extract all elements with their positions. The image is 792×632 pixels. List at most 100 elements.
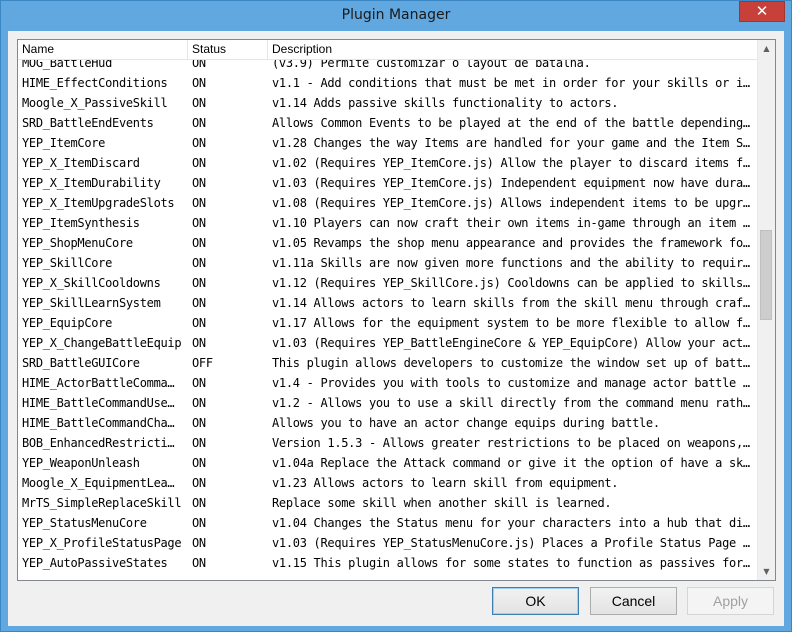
plugin-description-cell: v1.03 (Requires YEP_ItemCore.js) Indepen… [272, 176, 750, 190]
plugin-description-cell: v1.12 (Requires YEP_SkillCore.js) Cooldo… [272, 276, 750, 290]
table-row[interactable]: SRD_BattleEndEvents ON Allows Common Event… [18, 113, 759, 133]
plugin-description-cell: v1.05 Revamps the shop menu appearance a… [272, 236, 750, 250]
plugin-name-cell: YEP_X_ChangeBattleEquip [22, 336, 182, 350]
plugin-name-cell: YEP_ShopMenuCore [22, 236, 133, 250]
plugin-description-cell: v1.4 - Provides you with tools to custom… [272, 376, 750, 390]
table-row[interactable]: YEP_X_ChangeBattleEquip ON v1.03 (Requires… [18, 333, 759, 353]
table-row[interactable]: YEP_ShopMenuCore ON v1.05 Revamps the shop… [18, 233, 759, 253]
table-row[interactable]: YEP_SkillCore ON v1.11a Skills are now giv… [18, 253, 759, 273]
plugin-description-cell: v1.1 - Add conditions that must be met i… [272, 76, 750, 90]
scroll-thumb[interactable] [760, 230, 772, 320]
table-row[interactable]: YEP_EquipCore ON v1.17 Allows for the equi… [18, 313, 759, 333]
scroll-down-icon[interactable]: ▼ [758, 563, 775, 580]
plugin-status-cell: ON [192, 216, 206, 230]
plugin-description-cell: v1.11a Skills are now given more functio… [272, 256, 750, 270]
close-button[interactable]: ✕ [739, 1, 785, 22]
plugin-status-cell: ON [192, 256, 206, 270]
plugin-status-cell: ON [192, 496, 206, 510]
plugin-name-cell: YEP_X_ItemDurability [22, 176, 161, 190]
table-row[interactable]: MOG_BattleHud ON (v3.9) Permite customizar… [18, 60, 759, 73]
plugin-name-cell: YEP_X_ItemDiscard [22, 156, 140, 170]
plugin-description-cell: v1.14 Allows actors to learn skills from… [272, 296, 750, 310]
plugin-status-cell: ON [192, 376, 206, 390]
plugin-description-cell: v1.04 Changes the Status menu for your c… [272, 516, 750, 530]
plugin-name-cell: MOG_BattleHud [22, 60, 113, 70]
table-row[interactable]: MrTS_SimpleReplaceSkill ON Replace some sk… [18, 493, 759, 513]
plugin-name-cell: Moogle_X_EquipmentLea… [22, 476, 175, 490]
table-row[interactable]: YEP_X_ItemUpgradeSlots ON v1.08 (Requires … [18, 193, 759, 213]
plugin-name-cell: YEP_SkillCore [22, 256, 113, 270]
plugin-name-cell: YEP_WeaponUnleash [22, 456, 140, 470]
plugin-status-cell: ON [192, 76, 206, 90]
table-row[interactable]: YEP_ItemCore ON v1.28 Changes the way Item… [18, 133, 759, 153]
column-header-description[interactable]: Description [268, 40, 759, 59]
table-row[interactable]: YEP_X_ItemDurability ON v1.03 (Requires YE… [18, 173, 759, 193]
table-row[interactable]: HIME_EffectConditions ON v1.1 - Add condit… [18, 73, 759, 93]
plugin-name-cell: YEP_AutoPassiveStates [22, 556, 168, 570]
table-row[interactable]: HIME_BattleCommandCha… ON Allows you to ha… [18, 413, 759, 433]
plugin-status-cell: ON [192, 296, 206, 310]
plugin-name-cell: HIME_BattleCommandUse… [22, 396, 175, 410]
plugin-description-cell: v1.28 Changes the way Items are handled … [272, 136, 750, 150]
scroll-up-icon[interactable]: ▲ [758, 40, 775, 57]
table-row[interactable]: YEP_SkillLearnSystem ON v1.14 Allows actor… [18, 293, 759, 313]
table-row[interactable]: YEP_X_ProfileStatusPage ON v1.03 (Requires… [18, 533, 759, 553]
cancel-button[interactable]: Cancel [590, 587, 677, 615]
plugin-description-cell: v1.14 Adds passive skills functionality … [272, 96, 619, 110]
table-row[interactable]: YEP_X_SkillCooldowns ON v1.12 (Requires YE… [18, 273, 759, 293]
plugin-description-cell: v1.04a Replace the Attack command or giv… [272, 456, 750, 470]
column-header-name[interactable]: Name [18, 40, 188, 59]
table-row[interactable]: HIME_ActorBattleComma… ON v1.4 - Provides … [18, 373, 759, 393]
plugin-description-cell: v1.10 Players can now craft their own it… [272, 216, 750, 230]
ok-button[interactable]: OK [492, 587, 579, 615]
plugin-description-cell: v1.02 (Requires YEP_ItemCore.js) Allow t… [272, 156, 750, 170]
table-row[interactable]: YEP_StatusMenuCore ON v1.04 Changes the St… [18, 513, 759, 533]
plugin-status-cell: ON [192, 136, 206, 150]
plugin-status-cell: ON [192, 396, 206, 410]
plugin-status-cell: ON [192, 336, 206, 350]
plugin-status-cell: ON [192, 196, 206, 210]
plugin-description-cell: v1.17 Allows for the equipment system to… [272, 316, 750, 330]
plugin-description-cell: (v3.9) Permite customizar o layout de ba… [272, 60, 591, 70]
plugin-description-cell: v1.03 (Requires YEP_BattleEngineCore & Y… [272, 336, 750, 350]
table-row[interactable]: YEP_ItemSynthesis ON v1.10 Players can now… [18, 213, 759, 233]
plugin-status-cell: ON [192, 116, 206, 130]
plugin-status-cell: ON [192, 176, 206, 190]
plugin-description-cell: v1.15 This plugin allows for some states… [272, 556, 750, 570]
plugin-status-cell: ON [192, 276, 206, 290]
table-row[interactable]: YEP_WeaponUnleash ON v1.04a Replace the At… [18, 453, 759, 473]
plugin-description-cell: Allows Common Events to be played at the… [272, 116, 750, 130]
plugin-name-cell: BOB_EnhancedRestricti… [22, 436, 175, 450]
plugin-name-cell: SRD_BattleGUICore [22, 356, 140, 370]
plugin-description-cell: Version 1.5.3 - Allows greater restricti… [272, 436, 750, 450]
vertical-scrollbar[interactable]: ▲ ▼ [757, 40, 775, 580]
plugin-description-cell: v1.2 - Allows you to use a skill directl… [272, 396, 750, 410]
plugin-name-cell: HIME_ActorBattleComma… [22, 376, 175, 390]
plugin-name-cell: SRD_BattleEndEvents [22, 116, 154, 130]
plugin-description-cell: Allows you to have an actor change equip… [272, 416, 660, 430]
window-title: Plugin Manager [341, 7, 451, 23]
plugin-name-cell: YEP_ItemCore [22, 136, 106, 150]
plugin-status-cell: ON [192, 316, 206, 330]
plugin-name-cell: YEP_X_ProfileStatusPage [22, 536, 182, 550]
table-row[interactable]: Moogle_X_PassiveSkill ON v1.14 Adds passiv… [18, 93, 759, 113]
plugin-name-cell: MrTS_SimpleReplaceSkill [22, 496, 182, 510]
plugin-description-cell: v1.23 Allows actors to learn skill from … [272, 476, 619, 490]
plugin-name-cell: HIME_EffectConditions [22, 76, 168, 90]
plugin-status-cell: ON [192, 476, 206, 490]
plugin-status-cell: ON [192, 416, 206, 430]
table-row[interactable]: YEP_AutoPassiveStates ON v1.15 This plugin… [18, 553, 759, 573]
plugin-manager-window: Plugin Manager ✕ Name Status Description… [0, 0, 792, 632]
table-row[interactable]: HIME_BattleCommandUse… ON v1.2 - Allows yo… [18, 393, 759, 413]
plugin-description-cell: Replace some skill when another skill is… [272, 496, 612, 510]
apply-button[interactable]: Apply [687, 587, 774, 615]
title-bar[interactable]: Plugin Manager ✕ [1, 1, 791, 31]
table-row[interactable]: SRD_BattleGUICore OFF This plugin allows d… [18, 353, 759, 373]
table-row[interactable]: YEP_X_ItemDiscard ON v1.02 (Requires YEP_I… [18, 153, 759, 173]
plugin-description-cell: v1.03 (Requires YEP_StatusMenuCore.js) P… [272, 536, 750, 550]
plugin-list[interactable]: Name Status Description MOG_BattleHud ON (… [17, 39, 776, 581]
plugin-name-cell: YEP_StatusMenuCore [22, 516, 147, 530]
table-row[interactable]: BOB_EnhancedRestricti… ON Version 1.5.3 - … [18, 433, 759, 453]
table-row[interactable]: Moogle_X_EquipmentLea… ON v1.23 Allows act… [18, 473, 759, 493]
column-header-status[interactable]: Status [188, 40, 268, 59]
